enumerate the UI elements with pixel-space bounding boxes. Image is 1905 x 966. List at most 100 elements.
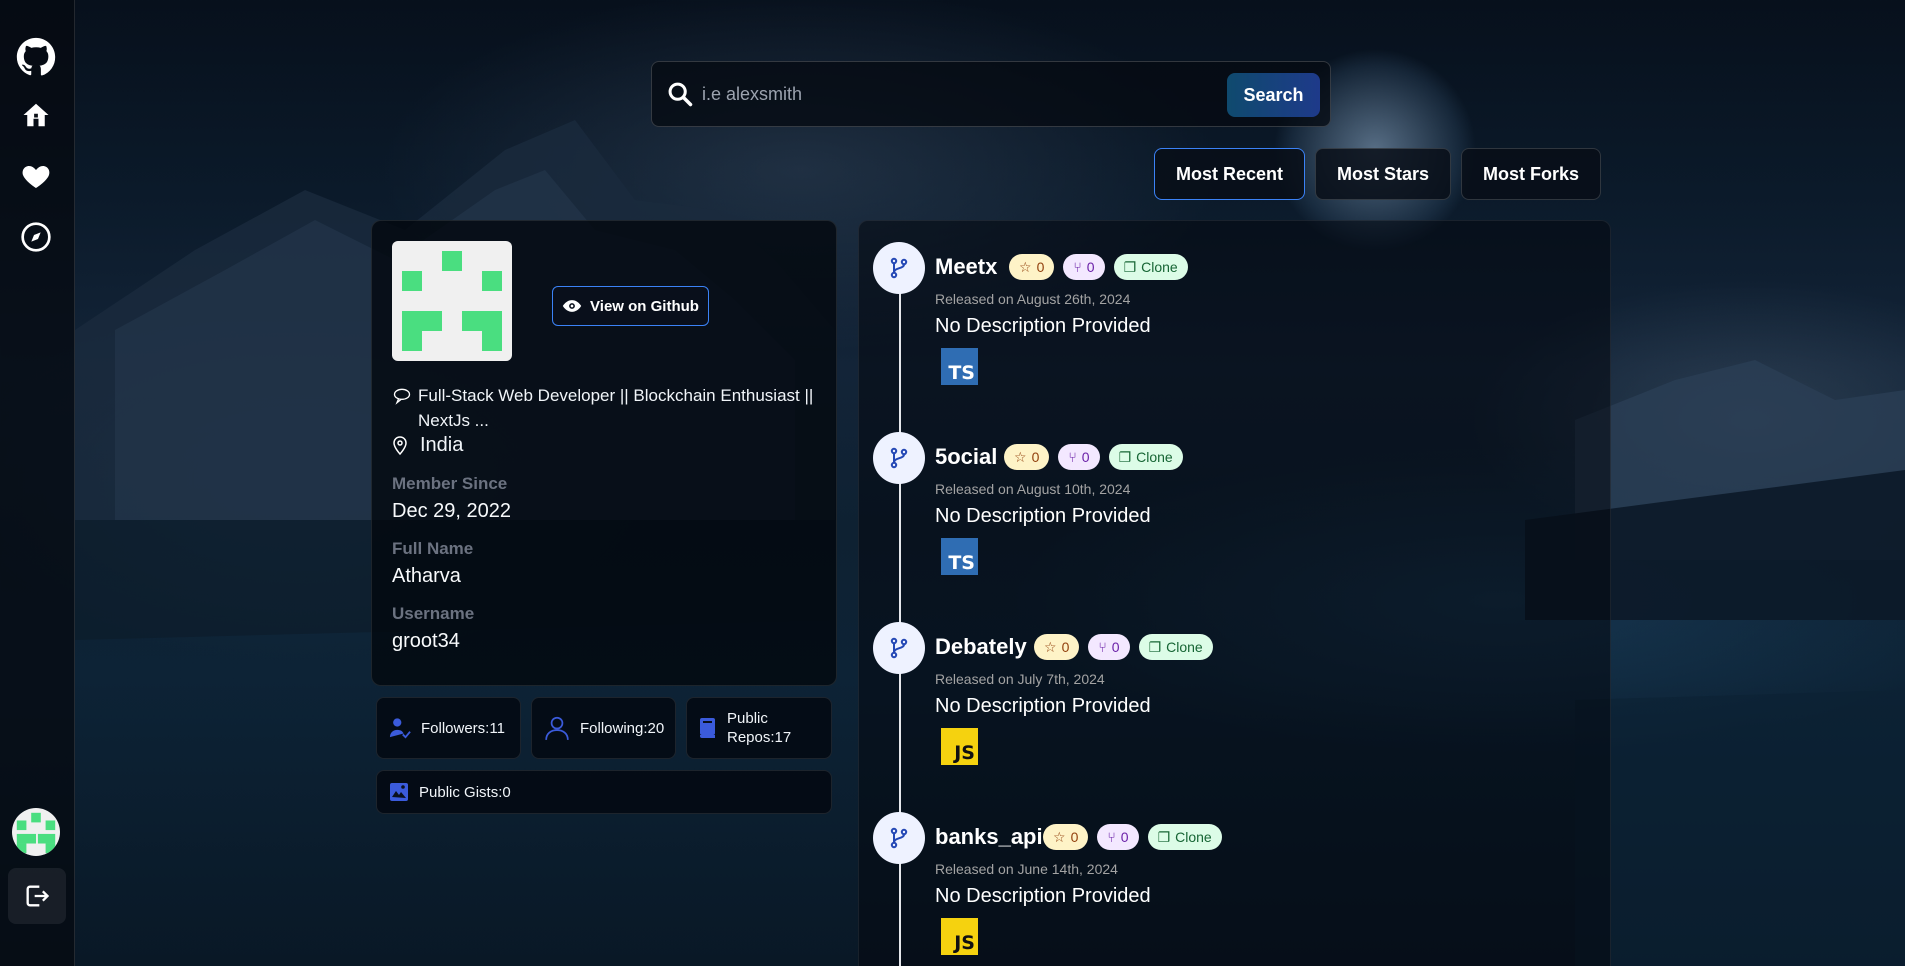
search-bar: Search — [651, 61, 1331, 127]
public-repos-stat: Public Repos:17 — [686, 697, 832, 759]
clone-label: Clone — [1175, 829, 1212, 845]
fork-count: 0 — [1111, 639, 1120, 655]
member-since-label: Member Since — [392, 474, 508, 493]
profile-avatar — [392, 241, 512, 361]
sidebar — [0, 0, 75, 966]
full-name-label: Full Name — [392, 539, 474, 558]
release-date: Released on August 10th, 2024 — [935, 481, 1131, 497]
clone-button[interactable]: ❐ Clone — [1108, 444, 1183, 470]
fork-count: 0 — [1086, 259, 1095, 275]
speech-bubble-icon — [393, 388, 411, 405]
star-icon: ☆ — [1053, 828, 1066, 845]
clone-label: Clone — [1136, 449, 1173, 465]
star-count: 0 — [1031, 449, 1040, 465]
profile-card: View on Github Full-Stack Web Developer … — [371, 220, 837, 686]
map-pin-icon — [393, 435, 407, 455]
view-on-github-label: View on Github — [590, 297, 699, 315]
view-on-github-button[interactable]: View on Github — [552, 286, 709, 326]
explore-icon[interactable] — [16, 217, 56, 257]
star-count: 0 — [1036, 259, 1045, 275]
user-check-icon — [389, 718, 411, 739]
clone-label: Clone — [1166, 639, 1203, 655]
fork-badge: ⑂ 0 — [1063, 254, 1105, 280]
public-gists-stat: Public Gists:0 — [376, 770, 832, 814]
logout-icon — [26, 885, 50, 907]
followers-text: Followers:11 — [421, 719, 505, 737]
repo-description: No Description Provided — [935, 885, 1151, 907]
repo-description: No Description Provided — [935, 505, 1151, 527]
github-logo-icon[interactable] — [16, 37, 56, 77]
bio: Full-Stack Web Developer || Blockchain E… — [392, 383, 822, 433]
copy-icon: ❐ — [1118, 448, 1132, 465]
release-date: Released on August 26th, 2024 — [935, 291, 1131, 307]
star-icon: ☆ — [1019, 258, 1032, 275]
fork-badge: ⑂ 0 — [1097, 824, 1139, 850]
copy-icon: ❐ — [1123, 258, 1137, 275]
fork-icon: ⑂ — [1068, 449, 1077, 465]
typescript-icon: TS — [941, 538, 978, 575]
git-branch-icon — [873, 622, 925, 674]
javascript-icon: JS — [941, 918, 978, 955]
fork-count: 0 — [1081, 449, 1090, 465]
book-icon — [700, 718, 715, 738]
star-icon: ☆ — [1044, 638, 1057, 655]
copy-icon: ❐ — [1157, 828, 1171, 845]
repo-name[interactable]: Meetx — [935, 254, 997, 280]
release-date: Released on July 7th, 2024 — [935, 671, 1105, 687]
user-outline-icon — [545, 716, 569, 740]
repo-item: banks_api ☆ 0 ⑂ 0 ❐ Clone Released on June … — [873, 812, 1573, 966]
public-gists-text: Public Gists:0 — [419, 783, 511, 801]
repo-item: 5ocial ☆ 0 ⑂ 0 ❐ Clone Released on August 1… — [873, 432, 1573, 602]
repo-item: Debately ☆ 0 ⑂ 0 ❐ Clone Released on July 7… — [873, 622, 1573, 792]
repo-name[interactable]: 5ocial — [935, 444, 997, 470]
member-since-value: Dec 29, 2022 — [392, 500, 511, 522]
avatar[interactable] — [12, 808, 60, 856]
search-icon — [666, 80, 694, 113]
fork-badge: ⑂ 0 — [1088, 634, 1130, 660]
following-stat: Following:20 — [531, 697, 676, 759]
full-name-value: Atharva — [392, 565, 461, 587]
clone-button[interactable]: ❐ Clone — [1138, 634, 1213, 660]
repo-description: No Description Provided — [935, 695, 1151, 717]
release-date: Released on June 14th, 2024 — [935, 861, 1118, 877]
public-repos-text: Public Repos:17 — [727, 710, 792, 746]
fork-icon: ⑂ — [1107, 829, 1116, 845]
star-count: 0 — [1070, 829, 1079, 845]
star-badge: ☆ 0 — [1009, 254, 1055, 280]
location-text: India — [420, 434, 464, 456]
home-icon[interactable] — [16, 95, 56, 135]
star-badge: ☆ 0 — [1034, 634, 1080, 660]
repo-name[interactable]: Debately — [935, 634, 1027, 660]
gist-icon — [390, 783, 408, 801]
sort-most-stars-button[interactable]: Most Stars — [1315, 148, 1451, 200]
bio-text: Full-Stack Web Developer || Blockchain E… — [418, 386, 814, 430]
typescript-icon: TS — [941, 348, 978, 385]
git-branch-icon — [873, 812, 925, 864]
heart-icon[interactable] — [16, 156, 56, 196]
username-value: groot34 — [392, 630, 460, 652]
copy-icon: ❐ — [1148, 638, 1162, 655]
eye-icon — [562, 300, 582, 312]
location: India — [392, 434, 463, 457]
search-input[interactable] — [702, 74, 1242, 114]
fork-badge: ⑂ 0 — [1058, 444, 1100, 470]
followers-stat: Followers:11 — [376, 697, 521, 759]
username-label: Username — [392, 604, 475, 623]
sort-most-forks-button[interactable]: Most Forks — [1461, 148, 1601, 200]
star-count: 0 — [1061, 639, 1070, 655]
fork-count: 0 — [1120, 829, 1129, 845]
following-text: Following:20 — [580, 719, 665, 737]
clone-label: Clone — [1141, 259, 1178, 275]
star-icon: ☆ — [1014, 448, 1027, 465]
git-branch-icon — [873, 242, 925, 294]
sort-most-recent-button[interactable]: Most Recent — [1154, 148, 1305, 200]
logout-button[interactable] — [8, 868, 66, 924]
clone-button[interactable]: ❐ Clone — [1113, 254, 1188, 280]
star-badge: ☆ 0 — [1004, 444, 1050, 470]
star-badge: ☆ 0 — [1043, 824, 1089, 850]
search-button[interactable]: Search — [1227, 73, 1320, 117]
repo-name[interactable]: banks_api — [935, 824, 1043, 850]
fork-icon: ⑂ — [1098, 639, 1107, 655]
clone-button[interactable]: ❐ Clone — [1147, 824, 1222, 850]
javascript-icon: JS — [941, 728, 978, 765]
